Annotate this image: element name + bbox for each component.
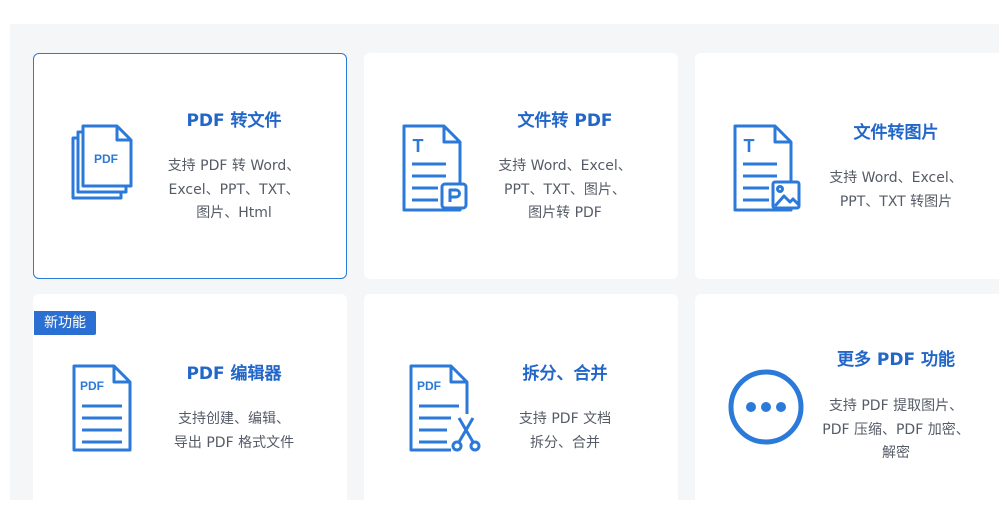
- desc-line: 支持创建、编辑、: [178, 411, 290, 427]
- card-pdf-to-file[interactable]: PDF PDF 转文件 支持 PDF 转 Word、 Excel、PPT、TXT…: [33, 53, 347, 279]
- pdf-stack-icon-text: PDF: [94, 152, 118, 166]
- doc-to-pdf-icon: T: [402, 124, 468, 212]
- card-description: 支持 PDF 转 Word、 Excel、PPT、TXT、 图片、Html: [149, 155, 319, 226]
- card-file-to-image[interactable]: T 文件转图片 支持 Word、Excel、 PPT、TXT 转图片: [695, 53, 999, 279]
- new-feature-badge: 新功能: [34, 311, 96, 335]
- desc-line: 图片、Html: [196, 205, 272, 221]
- card-title: 更多 PDF 功能: [836, 350, 956, 370]
- desc-line: PPT、TXT 转图片: [839, 193, 953, 210]
- pdf-edit-icon: PDF: [72, 364, 132, 452]
- desc-line: 支持 PDF 文档: [518, 411, 612, 427]
- desc-line: 支持 Word、Excel、: [829, 170, 963, 186]
- card-description: 支持创建、编辑、 导出 PDF 格式文件: [149, 408, 319, 455]
- pdf-stack-icon: PDF: [71, 124, 133, 200]
- card-title: PDF 转文件: [186, 111, 282, 131]
- desc-line: 拆分、合并: [530, 434, 600, 451]
- tools-panel: PDF PDF 转文件 支持 PDF 转 Word、 Excel、PPT、TXT…: [10, 24, 999, 514]
- more-icon: [728, 369, 804, 445]
- doc-to-image-icon: T: [733, 124, 801, 212]
- card-title: 文件转 PDF: [517, 111, 613, 131]
- card-title: 文件转图片: [853, 123, 939, 143]
- card-description: 支持 PDF 提取图片、 PDF 压缩、PDF 加密、 解密: [811, 395, 981, 466]
- desc-line: 支持 Word、Excel、: [498, 158, 632, 174]
- card-description: 支持 PDF 文档 拆分、合并: [480, 408, 650, 455]
- desc-line: 支持 PDF 转 Word、: [167, 158, 301, 174]
- pdf-edit-icon-text: PDF: [80, 379, 104, 393]
- card-more-pdf-features[interactable]: 更多 PDF 功能 支持 PDF 提取图片、 PDF 压缩、PDF 加密、 解密: [695, 294, 999, 514]
- desc-line: 支持 PDF 提取图片、: [828, 398, 964, 414]
- desc-line: Excel、PPT、TXT、: [168, 181, 300, 198]
- card-file-to-pdf[interactable]: T 文件转 PDF 支持 Word、Excel、 PPT、TXT、图片、 图片转…: [364, 53, 678, 279]
- desc-line: PDF 压缩、PDF 加密、: [822, 421, 970, 438]
- doc-to-pdf-icon-text: T: [413, 136, 424, 156]
- desc-line: 导出 PDF 格式文件: [173, 434, 295, 451]
- desc-line: 解密: [882, 445, 910, 461]
- card-split-merge[interactable]: PDF 拆分、合并 支持 PDF 文档 拆分、合并: [364, 294, 678, 514]
- card-description: 支持 Word、Excel、 PPT、TXT、图片、 图片转 PDF: [480, 155, 650, 226]
- card-title: PDF 编辑器: [186, 364, 282, 384]
- card-description: 支持 Word、Excel、 PPT、TXT 转图片: [811, 167, 981, 214]
- card-pdf-editor[interactable]: 新功能 PDF PDF 编辑器 支持创建、编辑、 导出 PDF 格式文件: [33, 294, 347, 514]
- pdf-split-icon-text: PDF: [417, 379, 441, 393]
- desc-line: 图片转 PDF: [528, 205, 602, 221]
- desc-line: PPT、TXT、图片、: [504, 181, 626, 198]
- pdf-split-icon: PDF: [409, 364, 483, 454]
- card-title: 拆分、合并: [522, 364, 608, 384]
- doc-to-image-icon-text: T: [744, 136, 755, 156]
